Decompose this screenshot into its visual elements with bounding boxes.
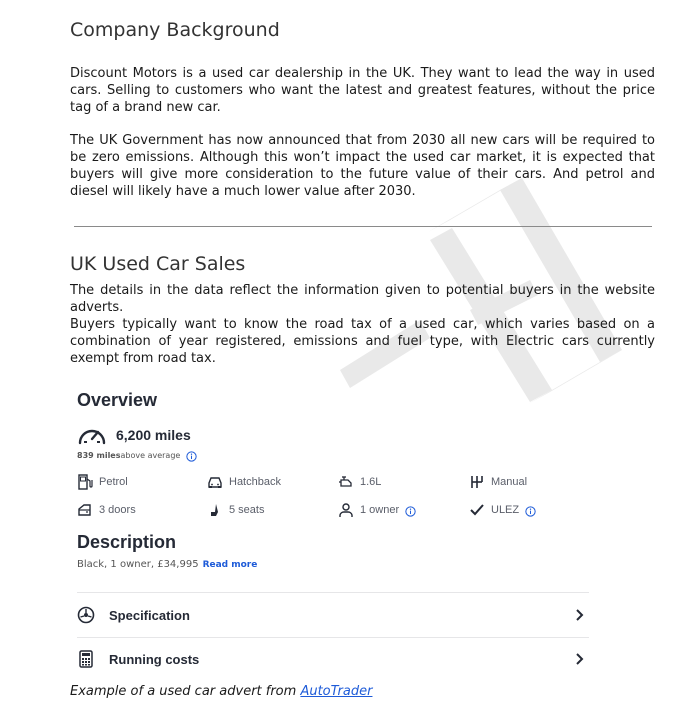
spec-body-label: Hatchback: [229, 476, 281, 488]
seat-icon: [207, 502, 223, 518]
description-title: Description: [77, 532, 177, 552]
spec-engine-label: 1.6L: [360, 476, 382, 488]
spec-seats: 5 seats: [207, 502, 264, 518]
spec-ulez: ULEZ: [469, 502, 536, 518]
chevron-right-icon: [575, 609, 585, 621]
spec-seats-label: 5 seats: [229, 504, 265, 516]
spec-gearbox: Manual: [469, 474, 527, 490]
overview-title: Overview: [77, 390, 158, 410]
calculator-icon: [77, 650, 95, 668]
spec-gearbox-label: Manual: [491, 476, 528, 488]
sales-paragraph-1: The details in the data reflect the info…: [70, 283, 655, 315]
spec-owners-label: 1 owner: [360, 504, 400, 516]
running-costs-label: Running costs: [109, 651, 200, 667]
spec-doors-label: 3 doors: [99, 504, 136, 516]
average-miles-value: 839 miles: [77, 451, 121, 460]
spec-fuel: Petrol: [77, 474, 128, 490]
info-icon[interactable]: [186, 450, 197, 462]
fuel-pump-icon: [77, 474, 93, 490]
advert-caption: Example of a used car advert from AutoTr…: [70, 684, 372, 699]
caption-text: Example of a used car advert from: [70, 684, 301, 699]
info-icon[interactable]: [405, 505, 416, 517]
steering-wheel-icon: [77, 606, 95, 624]
specification-row[interactable]: Specification: [77, 593, 589, 637]
engine-icon: [338, 474, 354, 490]
spec-owners: 1 owner: [338, 502, 416, 518]
spec-fuel-label: Petrol: [99, 476, 128, 488]
description-body: Black, 1 owner, £34,995: [77, 559, 199, 570]
gearbox-icon: [469, 474, 485, 490]
description-text: Black, 1 owner, £34,995 Read more: [77, 559, 257, 570]
company-paragraph-1: Discount Motors is a used car dealership…: [70, 66, 655, 115]
speedometer-icon: [77, 423, 107, 447]
specification-label: Specification: [109, 607, 190, 623]
door-icon: [77, 502, 93, 518]
average-label: above average: [120, 451, 181, 460]
mileage-average-note: 839 miles above average: [77, 450, 197, 462]
uk-used-car-sales-heading: UK Used Car Sales: [70, 253, 246, 275]
mileage-value: 6,200 miles: [116, 427, 191, 443]
company-background-heading: Company Background: [70, 19, 280, 41]
section-divider: [74, 226, 652, 227]
spec-body-type: Hatchback: [207, 474, 281, 490]
mileage-row: 6,200 miles: [77, 423, 191, 447]
info-icon[interactable]: [525, 505, 536, 517]
company-paragraph-2: The UK Government has now announced that…: [70, 133, 655, 199]
car-icon: [207, 474, 223, 490]
spec-engine: 1.6L: [338, 474, 381, 490]
person-icon: [338, 502, 354, 518]
chevron-right-icon: [575, 653, 585, 665]
spec-ulez-label: ULEZ: [491, 504, 520, 516]
checkmark-icon: [469, 502, 485, 518]
autotrader-link[interactable]: AutoTrader: [300, 684, 372, 699]
read-more-link[interactable]: Read more: [203, 560, 258, 570]
running-costs-row[interactable]: Running costs: [77, 637, 589, 681]
sales-paragraph-2: Buyers typically want to know the road t…: [70, 317, 655, 366]
spec-doors: 3 doors: [77, 502, 136, 518]
